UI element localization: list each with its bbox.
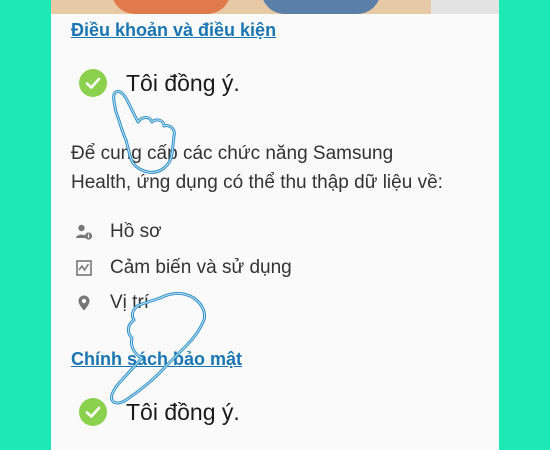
terms-agree-checkbox[interactable]: Tôi đồng ý. (79, 68, 240, 98)
privacy-agree-checkbox[interactable]: Tôi đồng ý. (79, 397, 240, 427)
profile-info-icon (75, 223, 93, 241)
check-icon (79, 69, 107, 97)
privacy-agree-label: Tôi đồng ý. (126, 398, 240, 425)
terms-screen: Điều khoản và điều kiện Tôi đồng ý. Để c… (51, 0, 499, 450)
permission-label: Cảm biến và sử dụng (110, 257, 292, 278)
location-pin-icon (75, 294, 93, 312)
permission-label: Hồ sơ (110, 221, 162, 242)
sensor-chart-icon (75, 259, 93, 277)
description-line: Health, ứng dụng có thể thu thập dữ liệu… (71, 172, 443, 193)
permission-item-location: Vị trí (75, 292, 149, 314)
terms-and-conditions-link[interactable]: Điều khoản và điều kiện (71, 20, 276, 41)
header-illustration (51, 0, 499, 14)
data-collection-description: Để cung cấp các chức năng Samsung Health… (71, 139, 471, 197)
permission-item-sensor: Cảm biến và sử dụng (75, 257, 292, 279)
terms-agree-label: Tôi đồng ý. (126, 69, 240, 96)
check-icon (79, 398, 107, 426)
permission-item-profile: Hồ sơ (75, 221, 162, 243)
description-line: Để cung cấp các chức năng Samsung (71, 143, 394, 164)
permission-label: Vị trí (110, 292, 150, 313)
privacy-policy-link[interactable]: Chính sách bảo mật (71, 349, 242, 370)
